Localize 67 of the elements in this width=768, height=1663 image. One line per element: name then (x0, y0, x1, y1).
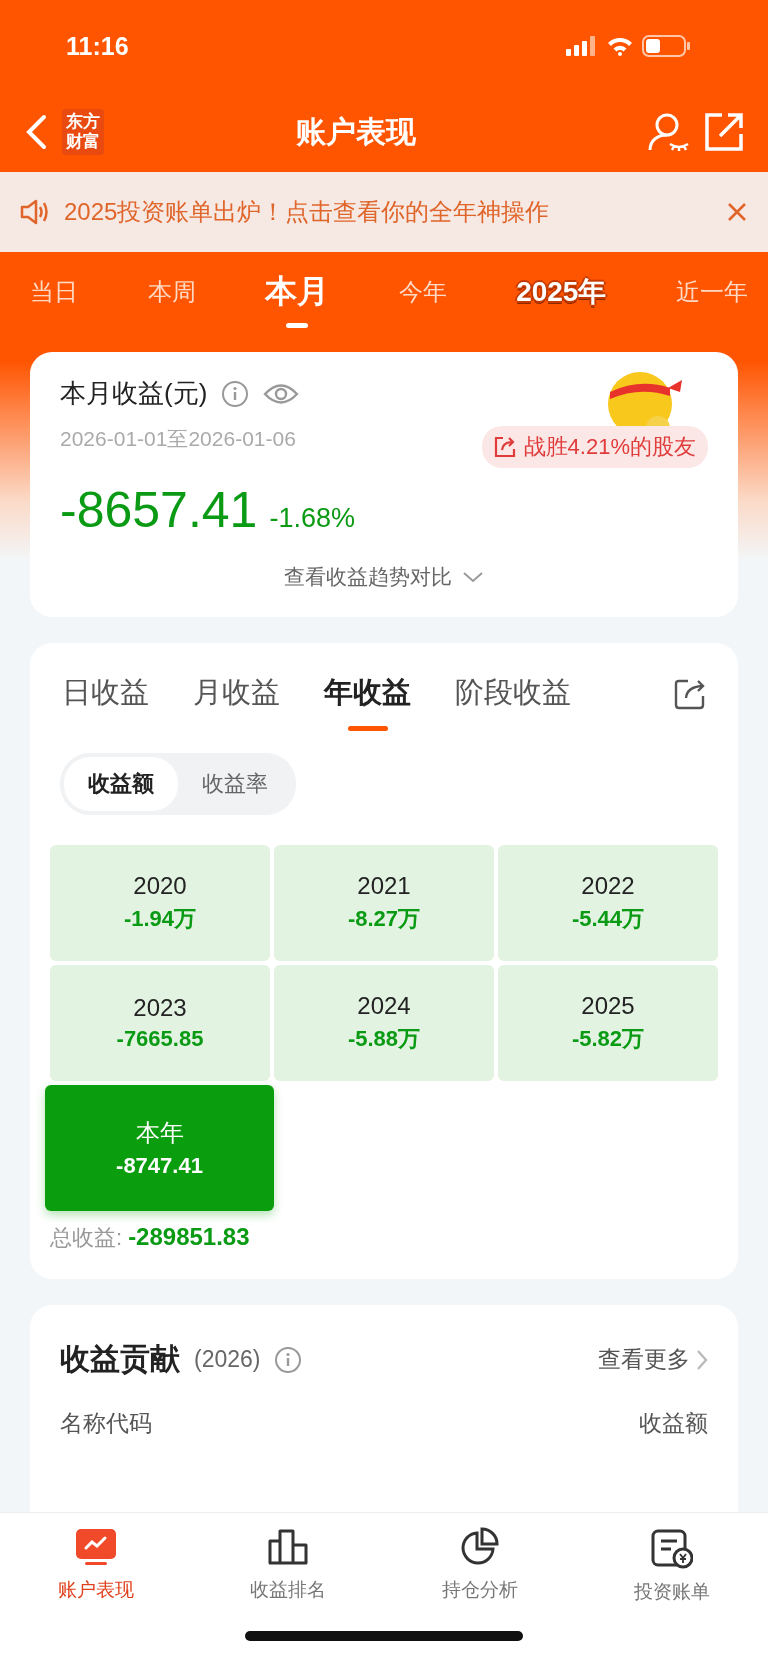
more-link[interactable]: 查看更多 (598, 1344, 708, 1375)
year-value: -7665.85 (116, 1026, 204, 1052)
year-label: 2025 (581, 992, 635, 1020)
bill-icon (651, 1527, 693, 1569)
mode-option[interactable]: 收益额 (64, 757, 178, 811)
earnings-tab[interactable]: 阶段收益 (455, 657, 571, 731)
battery-icon (642, 35, 690, 57)
year-label: 本年 (135, 1118, 184, 1148)
summary-title: 本月收益(元) (60, 377, 208, 410)
mode-option[interactable]: 收益率 (178, 757, 292, 811)
rank-badge[interactable]: 战胜4.21%的股友 (481, 426, 708, 468)
tab-bar-item[interactable]: 账户表现 (0, 1527, 192, 1605)
year-label: 2024 (357, 992, 411, 1020)
user-icon[interactable] (648, 112, 690, 152)
page-title: 账户表现 (295, 113, 417, 150)
year-value: -8.27万 (347, 905, 421, 933)
year-value: -8747.41 (116, 1153, 203, 1179)
info-icon[interactable] (221, 379, 250, 408)
contribution-year: (2026) (194, 1346, 261, 1373)
pie-chart-icon (459, 1527, 501, 1567)
period-tab[interactable]: 本月 (265, 270, 330, 328)
year-label: 2022 (581, 872, 635, 900)
year-cell[interactable]: 2025 -5.82万 (498, 965, 718, 1081)
year-value: -5.82万 (571, 1025, 645, 1053)
tab-bar-item[interactable]: 投资账单 (576, 1527, 768, 1605)
year-cell[interactable]: 本年 -8747.41 (45, 1085, 274, 1211)
app-logo: 东方 财富 (62, 109, 104, 155)
chevron-down-icon (462, 571, 484, 583)
earnings-tab[interactable]: 日收益 (62, 657, 149, 731)
close-icon[interactable] (726, 201, 748, 223)
share-icon[interactable] (674, 678, 706, 710)
year-value: -5.44万 (571, 905, 645, 933)
signal-icon (566, 36, 598, 56)
trend-link[interactable]: 查看收益趋势对比 (284, 563, 484, 591)
column-header: 名称代码 (60, 1409, 152, 1438)
year-label: 2021 (357, 872, 411, 900)
info-icon[interactable] (274, 1345, 303, 1374)
year-cell[interactable]: 2020 -1.94万 (50, 845, 270, 961)
month-rate: -1.68% (269, 503, 355, 534)
date-range: 2026-01-01至2026-01-06 (60, 426, 296, 452)
year-label: 2023 (133, 994, 187, 1022)
year-cell[interactable]: 2024 -5.88万 (274, 965, 494, 1081)
bar-chart-icon (267, 1527, 309, 1567)
column-header: 收益额 (639, 1409, 708, 1438)
year-cell[interactable]: 2022 -5.44万 (498, 845, 718, 961)
year-label: 2020 (133, 872, 187, 900)
tab-bar-item[interactable]: 持仓分析 (384, 1527, 576, 1605)
period-tab[interactable]: 2025年 (516, 273, 607, 325)
share-icon (493, 436, 516, 458)
month-amount: -8657.41 (60, 481, 258, 539)
year-cell[interactable]: 2023 -7665.85 (50, 965, 270, 1081)
year-value: -1.94万 (123, 905, 197, 933)
status-time: 11:16 (66, 31, 129, 61)
rank-text: 战胜4.21%的股友 (523, 433, 696, 461)
total-value: -289851.83 (128, 1223, 250, 1251)
speaker-icon (20, 198, 50, 226)
earnings-tab[interactable]: 年收益 (324, 657, 411, 731)
chevron-right-icon (696, 1348, 708, 1371)
wifi-icon (606, 36, 634, 56)
trend-chart-icon (75, 1527, 117, 1567)
contribution-title: 收益贡献 (60, 1341, 180, 1377)
total-label: 总收益: (50, 1224, 123, 1252)
back-icon[interactable] (24, 114, 48, 150)
year-value: -5.88万 (347, 1025, 421, 1053)
year-cell[interactable]: 2021 -8.27万 (274, 845, 494, 961)
earnings-tab[interactable]: 月收益 (193, 657, 280, 731)
tab-bar-item[interactable]: 收益排名 (192, 1527, 384, 1605)
